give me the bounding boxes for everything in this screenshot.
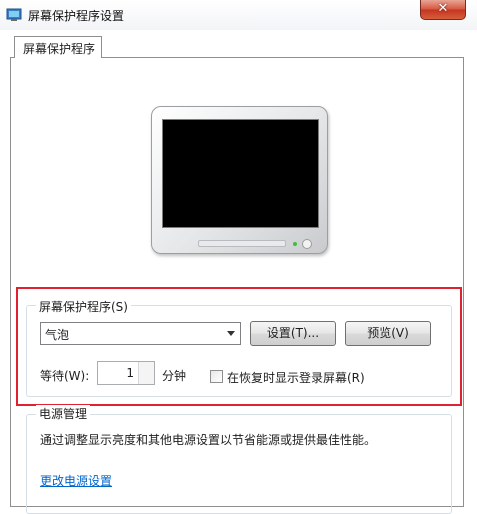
tab-label: 屏幕保护程序 — [23, 42, 96, 56]
tab-screensaver[interactable]: 屏幕保护程序 — [14, 36, 102, 58]
window-title: 屏幕保护程序设置 — [28, 9, 125, 23]
monitor-power-icon — [302, 239, 312, 249]
power-management-title: 电源管理 — [36, 405, 91, 422]
title-bar: 屏幕保护程序设置 ✕ — [0, 0, 477, 30]
power-description: 通过调整显示亮度和其他电源设置以节省能源或提供最佳性能。 — [40, 433, 377, 447]
monitor-slot — [198, 240, 286, 247]
highlight-box — [16, 287, 462, 406]
close-icon: ✕ — [437, 1, 449, 16]
power-management-group — [26, 414, 452, 514]
power-led-icon — [293, 242, 297, 246]
monitor-preview — [151, 106, 328, 254]
monitor-app-icon — [6, 8, 22, 21]
change-power-settings-link[interactable]: 更改电源设置 — [40, 472, 112, 489]
preview-screen — [162, 119, 319, 228]
close-button[interactable]: ✕ — [420, 0, 466, 20]
